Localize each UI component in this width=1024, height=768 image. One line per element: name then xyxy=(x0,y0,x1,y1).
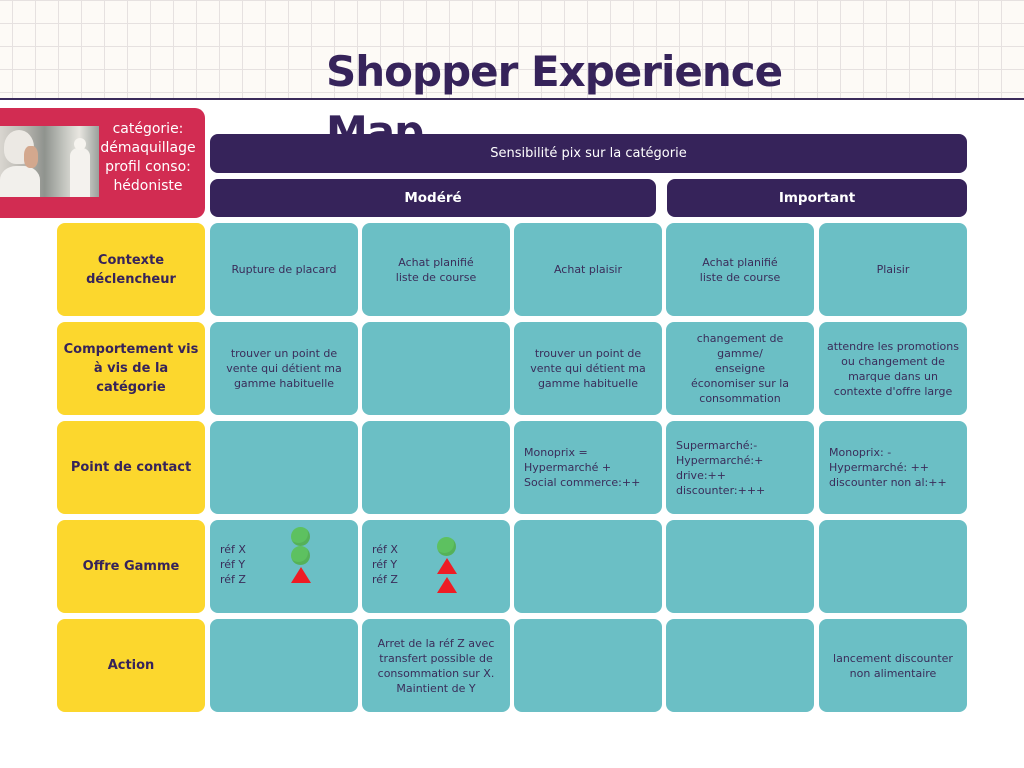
reference-list: réf X réf Y réf Z xyxy=(372,542,398,587)
matrix-cell: Monoprix = Hypermarché + Social commerce… xyxy=(514,421,662,514)
group-header-important: Important xyxy=(667,179,967,217)
reference-label: réf Z xyxy=(220,573,246,586)
cell-text: Arret de la réf Z avec transfert possibl… xyxy=(377,636,495,695)
matrix-cell: trouver un point de vente qui détient ma… xyxy=(514,322,662,415)
matrix-cell xyxy=(362,322,510,415)
matrix-cell xyxy=(210,619,358,712)
matrix-cell xyxy=(819,520,967,613)
matrix-cell: Rupture de placard xyxy=(210,223,358,316)
reference-list: réf X réf Y réf Z xyxy=(220,542,246,587)
cell-text: trouver un point de vente qui détient ma… xyxy=(226,347,342,390)
cell-text: Monoprix: - Hypermarché: ++ discounter n… xyxy=(829,446,947,489)
matrix-cell xyxy=(210,421,358,514)
cell-text: lancement discounter non alimentaire xyxy=(833,651,953,680)
matrix-cell: réf X réf Y réf Z xyxy=(362,520,510,613)
category-profile-box: catégorie: démaquillage profil conso: hé… xyxy=(0,108,205,218)
red-triangle-icon xyxy=(436,577,457,593)
row-label: Action xyxy=(57,619,205,712)
cell-text: Supermarché:- Hypermarché:+ drive:++ dis… xyxy=(676,438,766,497)
profile-label: profil conso: xyxy=(105,159,191,175)
matrix-cell: changement de gamme/ enseigne économiser… xyxy=(666,322,814,415)
reference-label: réf Y xyxy=(220,558,246,571)
matrix-cell: réf X réf Y réf Z xyxy=(210,520,358,613)
row-label: Offre Gamme xyxy=(57,520,205,613)
matrix-cell: Achat planifié liste de course xyxy=(362,223,510,316)
matrix-cell xyxy=(514,520,662,613)
category-value: démaquillage xyxy=(100,140,196,156)
reference-label: réf X xyxy=(372,543,398,556)
cell-text: Plaisir xyxy=(876,263,910,276)
green-circle-icon xyxy=(291,527,310,546)
reference-label: réf Y xyxy=(372,558,398,571)
matrix-cell: attendre les promotions ou changement de… xyxy=(819,322,967,415)
green-circle-icon xyxy=(291,546,310,565)
price-sensitivity-header: Sensibilité pix sur la catégorie xyxy=(210,134,967,173)
cell-text: Achat plaisir xyxy=(553,263,623,276)
cell-text: Achat planifié liste de course xyxy=(699,255,781,284)
cell-text: Achat planifié liste de course xyxy=(395,255,477,284)
matrix-cell: trouver un point de vente qui détient ma… xyxy=(210,322,358,415)
category-profile-text: catégorie: démaquillage profil conso: hé… xyxy=(100,120,196,196)
reference-label: réf Z xyxy=(372,573,398,586)
cell-text: changement de gamme/ enseigne économiser… xyxy=(690,332,790,405)
matrix-cell: Achat planifié liste de course xyxy=(666,223,814,316)
woman-removing-makeup-photo xyxy=(0,126,99,197)
green-circle-icon xyxy=(437,537,456,556)
matrix-cell: Plaisir xyxy=(819,223,967,316)
matrix-cell: lancement discounter non alimentaire xyxy=(819,619,967,712)
group-header-modere: Modéré xyxy=(210,179,656,217)
matrix-cell xyxy=(666,520,814,613)
matrix-cell xyxy=(362,421,510,514)
matrix-cell xyxy=(514,619,662,712)
matrix-cell: Achat plaisir xyxy=(514,223,662,316)
matrix-cell xyxy=(666,619,814,712)
reference-label: réf X xyxy=(220,543,246,556)
profile-value: hédoniste xyxy=(113,178,183,194)
red-triangle-icon xyxy=(290,567,311,583)
cell-text: Monoprix = Hypermarché + Social commerce… xyxy=(524,446,641,489)
row-label: Contexte déclencheur xyxy=(57,223,205,316)
matrix-cell: Arret de la réf Z avec transfert possibl… xyxy=(362,619,510,712)
cell-text: trouver un point de vente qui détient ma… xyxy=(530,347,646,390)
matrix-cell: Supermarché:- Hypermarché:+ drive:++ dis… xyxy=(666,421,814,514)
row-label: Comportement vis à vis de la catégorie xyxy=(57,322,205,415)
row-label: Point de contact xyxy=(57,421,205,514)
matrix-cell: Monoprix: - Hypermarché: ++ discounter n… xyxy=(819,421,967,514)
cell-text: Rupture de placard xyxy=(231,263,337,276)
cell-text: attendre les promotions ou changement de… xyxy=(827,339,959,398)
category-label: catégorie: xyxy=(112,121,184,137)
red-triangle-icon xyxy=(436,558,457,574)
